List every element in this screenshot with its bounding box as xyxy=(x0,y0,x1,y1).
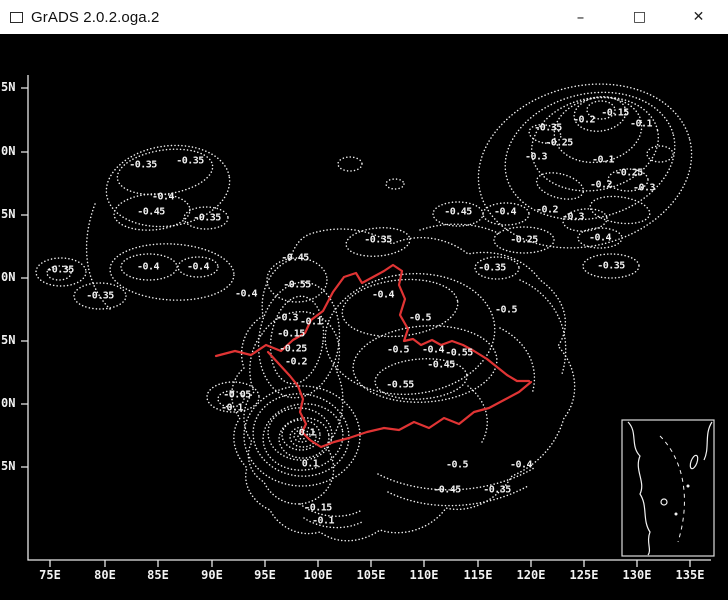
app-icon xyxy=(10,12,23,23)
window-title: GrADS 2.0.2.oga.2 xyxy=(31,9,159,26)
x-axis-ticks xyxy=(50,560,690,567)
grads-window: GrADS 2.0.2.oga.2 – □ ✕ xyxy=(0,0,728,600)
inset-islet xyxy=(675,513,678,516)
yangtze-river-line xyxy=(268,352,531,447)
inset-border xyxy=(622,420,714,556)
plot-area: 5N0N5N0N5N0N5N75E80E85E90E95E100E105E110… xyxy=(0,34,728,600)
titlebar: GrADS 2.0.2.oga.2 – □ ✕ xyxy=(0,0,728,34)
minimize-button[interactable]: – xyxy=(551,0,610,34)
contour-lines xyxy=(36,62,709,541)
river-lines xyxy=(216,265,531,447)
close-button[interactable]: ✕ xyxy=(669,0,728,34)
axis-frame xyxy=(28,75,711,560)
maximize-button[interactable]: □ xyxy=(610,0,669,34)
y-axis-ticks xyxy=(21,88,28,467)
inset-islet xyxy=(687,485,690,488)
inset-map xyxy=(622,420,714,556)
plot-svg xyxy=(0,34,728,600)
axes xyxy=(21,75,711,567)
window-controls: – □ ✕ xyxy=(551,0,728,34)
